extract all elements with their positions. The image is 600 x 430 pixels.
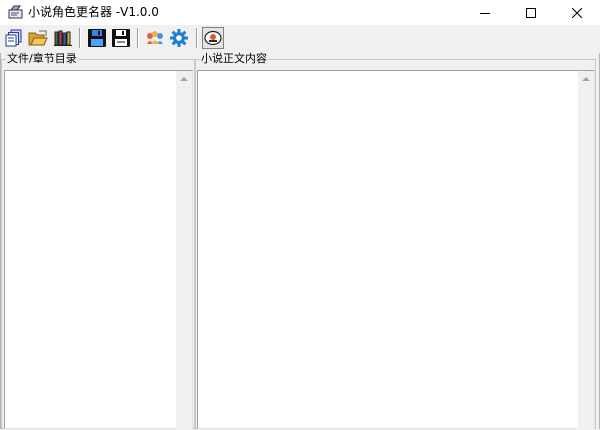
gear-icon	[170, 29, 188, 47]
maximize-button[interactable]	[508, 0, 554, 25]
title-bar[interactable]: 小说角色更名器 -V1.0.0	[0, 0, 600, 25]
window-left-edge	[0, 53, 1, 429]
close-icon	[572, 7, 582, 18]
about-button[interactable]	[202, 27, 224, 49]
minimize-button[interactable]	[462, 0, 508, 25]
settings-button[interactable]	[168, 27, 190, 49]
content-panel-label: 小说正文内容	[200, 52, 268, 65]
folder-open-icon	[28, 30, 48, 46]
new-documents-button[interactable]	[3, 27, 25, 49]
scroll-up-icon[interactable]	[180, 77, 188, 81]
chapters-panel-label: 文件/章节目录	[6, 52, 78, 65]
scroll-up-icon[interactable]	[582, 77, 590, 81]
open-folder-button[interactable]	[27, 27, 49, 49]
window-title: 小说角色更名器 -V1.0.0	[28, 5, 159, 19]
save-button[interactable]	[86, 27, 108, 49]
toolbar-separator	[79, 28, 81, 48]
app-icon	[8, 5, 24, 19]
maximize-icon	[526, 7, 536, 18]
documents-icon	[5, 29, 22, 47]
close-button[interactable]	[554, 0, 600, 25]
people-icon	[147, 31, 163, 44]
minimize-icon	[480, 12, 490, 14]
floppy-black-icon	[112, 29, 130, 47]
toolbar-separator	[137, 28, 139, 48]
floppy-blue-icon	[88, 29, 106, 47]
content-scrollbar[interactable]	[578, 71, 594, 430]
chapters-scrollbar[interactable]	[176, 71, 192, 430]
chapters-list[interactable]	[4, 70, 193, 430]
save-as-button[interactable]	[110, 27, 132, 49]
toolbar-separator	[196, 28, 198, 48]
library-button[interactable]	[52, 27, 74, 49]
characters-button[interactable]	[144, 27, 166, 49]
badge-icon	[204, 30, 222, 46]
toolbar	[0, 25, 600, 53]
books-icon	[54, 30, 72, 46]
content-textarea[interactable]	[197, 70, 595, 430]
